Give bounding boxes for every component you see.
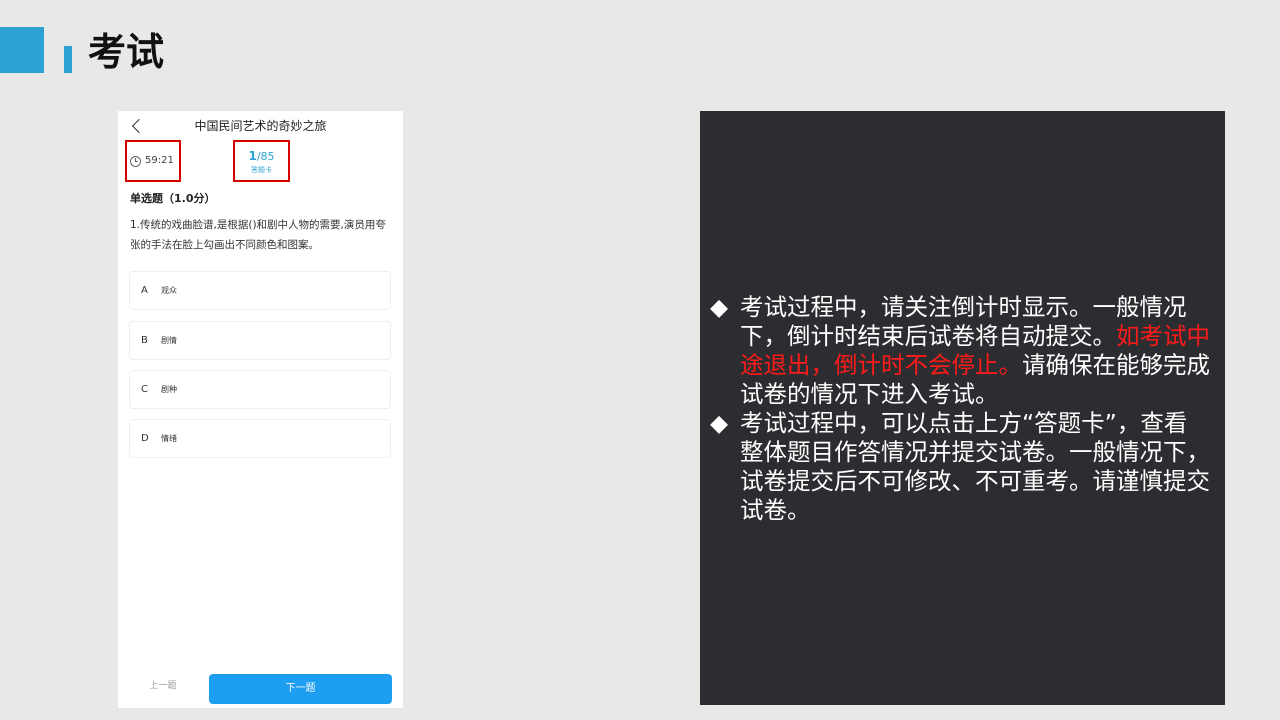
answer-card-highlight-box	[233, 140, 290, 182]
instruction-text: 考试过程中，可以点击上方“答题卡”，查看整体题目作答情况并提交试卷。一般情况下，…	[740, 409, 1210, 524]
instructions-panel: ◆ 考试过程中，请关注倒计时显示。一般情况下，倒计时结束后试卷将自动提交。如考试…	[700, 111, 1225, 705]
diamond-bullet-icon: ◆	[710, 293, 729, 321]
option-letter: A	[141, 285, 148, 296]
option-b[interactable]: B 剧情	[129, 321, 391, 360]
slide-title: 考试	[88, 30, 165, 74]
option-d[interactable]: D 情绪	[129, 419, 391, 458]
phone-screenshot: 中国民间艺术的奇妙之旅 59:21 1/85 答题卡 单选题（1.0分） 1.传…	[118, 111, 403, 708]
option-letter: D	[141, 433, 149, 444]
diamond-bullet-icon: ◆	[710, 409, 729, 437]
option-c[interactable]: C 剧种	[129, 370, 391, 409]
timer-highlight-box	[125, 140, 181, 182]
option-letter: B	[141, 335, 148, 346]
header-accent-bar-thin	[64, 46, 72, 73]
instruction-bullet-1: ◆ 考试过程中，请关注倒计时显示。一般情况下，倒计时结束后试卷将自动提交。如考试…	[710, 293, 1210, 409]
header-accent-bar	[0, 27, 44, 73]
option-text: 剧种	[161, 385, 177, 394]
option-text: 剧情	[161, 336, 177, 345]
exam-title: 中国民间艺术的奇妙之旅	[194, 119, 327, 133]
instruction-bullet-2: ◆ 考试过程中，可以点击上方“答题卡”，查看整体题目作答情况并提交试卷。一般情况…	[710, 409, 1210, 525]
nav-bar: 中国民间艺术的奇妙之旅	[118, 111, 403, 141]
prev-question-button[interactable]: 上一题	[138, 679, 188, 693]
question-type: 单选题（1.0分）	[130, 192, 216, 205]
question-text: 1.传统的戏曲脸谱,是根据()和剧中人物的需要,演员用夸张的手法在脸上勾画出不同…	[130, 219, 386, 251]
option-a[interactable]: A 观众	[129, 271, 391, 310]
next-question-button[interactable]: 下一题	[209, 674, 392, 704]
option-letter: C	[141, 384, 148, 395]
option-text: 观众	[161, 286, 177, 295]
option-text: 情绪	[161, 434, 177, 443]
